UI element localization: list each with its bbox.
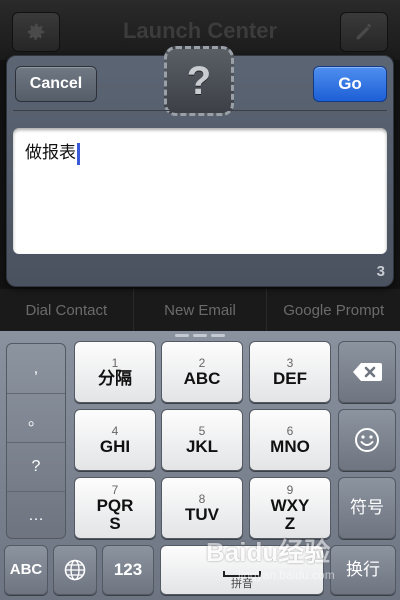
action-new-email[interactable]: New Email	[134, 289, 268, 331]
key-4-number: 4	[111, 424, 119, 438]
question-mark-icon: ?	[186, 58, 212, 103]
background-action-row: Dial Contact New Email Google Prompt	[0, 289, 400, 331]
key-6-number: 6	[286, 424, 294, 438]
key-8-label: TUV	[185, 505, 219, 524]
character-count: 3	[376, 263, 385, 280]
key-2[interactable]: 2 ABC	[161, 341, 243, 403]
backspace-icon	[353, 363, 382, 381]
numbers-key-label: 123	[113, 560, 143, 579]
symbol-key-label: 符号	[350, 498, 384, 517]
key-9-label: WXYZ	[270, 496, 310, 533]
action-google-prompt[interactable]: Google Prompt	[267, 289, 400, 331]
space-key-label: 拼音	[231, 578, 253, 590]
prompt-divider	[13, 110, 387, 111]
edit-button[interactable]	[340, 12, 388, 52]
key-7-number: 7	[111, 483, 119, 497]
key-3[interactable]: 3 DEF	[249, 341, 331, 403]
key-6-label: MNO	[270, 437, 310, 456]
key-6[interactable]: 6 MNO	[249, 409, 331, 471]
prompt-text-input[interactable]: 做报表	[13, 128, 387, 254]
space-bar-icon	[223, 571, 261, 577]
punct-key-ellipsis[interactable]: …	[7, 491, 65, 540]
punctuation-column: , 。 ? …	[6, 343, 66, 539]
key-2-label: ABC	[183, 369, 221, 388]
text-caret	[77, 142, 80, 165]
key-9[interactable]: 9 WXYZ	[249, 477, 331, 539]
key-1[interactable]: 1 分隔	[74, 341, 156, 403]
help-badge: ?	[164, 46, 234, 116]
prompt-input-text: 做报表	[25, 143, 76, 162]
key-7-label: PQRS	[96, 496, 134, 533]
key-4[interactable]: 4 GHI	[74, 409, 156, 471]
abc-key[interactable]: ABC	[4, 545, 48, 595]
key-8[interactable]: 8 TUV	[161, 477, 243, 539]
key-1-number: 1	[111, 356, 119, 370]
numbers-key[interactable]: 123	[102, 545, 154, 595]
return-key[interactable]: 换行	[330, 545, 396, 595]
key-7[interactable]: 7 PQRS	[74, 477, 156, 539]
backspace-key[interactable]	[338, 341, 396, 403]
key-9-number: 9	[286, 483, 294, 497]
key-5[interactable]: 5 JKL	[161, 409, 243, 471]
key-5-number: 5	[198, 424, 206, 438]
punct-key-period[interactable]: 。	[7, 393, 65, 443]
space-key[interactable]: 拼音	[160, 545, 324, 595]
key-5-label: JKL	[185, 437, 219, 456]
emoji-key[interactable]	[338, 409, 396, 471]
keyboard-handle	[175, 334, 225, 337]
screen: Launch Center Dial Contact New Email Goo…	[0, 0, 400, 600]
action-dial-contact[interactable]: Dial Contact	[0, 289, 134, 331]
symbol-key[interactable]: 符号	[338, 477, 396, 539]
keyboard: , 。 ? … 1 分隔 2 ABC 3 DEF 4 GHI 5 JKL 6 M…	[0, 331, 400, 600]
key-4-label: GHI	[99, 437, 131, 456]
punct-key-comma[interactable]: ,	[7, 344, 65, 394]
globe-icon	[64, 559, 86, 581]
abc-key-label: ABC	[9, 561, 43, 578]
cancel-button[interactable]: Cancel	[15, 66, 97, 102]
key-2-number: 2	[198, 356, 206, 370]
emoji-icon	[355, 428, 379, 452]
key-1-label: 分隔	[98, 369, 132, 388]
prompt-dialog: Cancel ? Go 做报表 3	[6, 46, 394, 287]
key-8-number: 8	[198, 492, 206, 506]
go-button[interactable]: Go	[313, 66, 387, 102]
key-3-label: DEF	[273, 369, 307, 388]
punct-key-question[interactable]: ?	[7, 442, 65, 492]
key-3-number: 3	[286, 356, 294, 370]
globe-key[interactable]	[53, 545, 97, 595]
return-key-label: 换行	[346, 560, 380, 579]
pencil-icon	[356, 23, 372, 40]
